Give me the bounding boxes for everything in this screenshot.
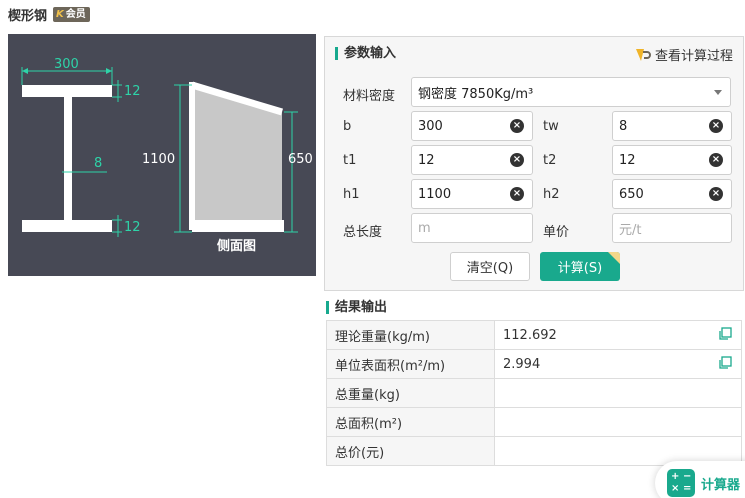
material-label: 材料密度 bbox=[343, 89, 396, 104]
dim-tw-label: 8 bbox=[94, 156, 102, 171]
h1-input[interactable]: 1100 × bbox=[411, 179, 533, 209]
result-table: 理论重量(kg/m) 112.692 单位表面积(m²/m) 2.994 总重量… bbox=[326, 320, 742, 466]
clear-icon[interactable]: × bbox=[510, 153, 524, 167]
b-input[interactable]: 300 × bbox=[411, 111, 533, 141]
param-panel-title: 参数输入 bbox=[335, 47, 396, 60]
dim-h1-label: 1100 bbox=[142, 152, 175, 167]
clear-icon[interactable]: × bbox=[510, 119, 524, 133]
bottom-flange bbox=[22, 220, 112, 232]
dim-t2-label: 12 bbox=[124, 220, 141, 235]
result-label: 单位表面积(m²/m) bbox=[326, 349, 495, 379]
result-label: 总重量(kg) bbox=[326, 378, 495, 408]
vip-corner-icon bbox=[608, 252, 620, 264]
clear-icon[interactable]: × bbox=[709, 187, 723, 201]
result-label: 理论重量(kg/m) bbox=[326, 320, 495, 350]
result-title: 结果输出 bbox=[326, 301, 387, 314]
h1-label: h1 bbox=[343, 187, 360, 202]
clear-button[interactable]: 清空(Q) bbox=[450, 252, 530, 281]
result-label: 总面积(m²) bbox=[326, 407, 495, 437]
result-value bbox=[494, 407, 742, 437]
side-view-label: 侧面图 bbox=[217, 238, 256, 254]
copy-icon[interactable] bbox=[718, 327, 732, 341]
material-select[interactable]: 钢密度 7850Kg/m³ bbox=[411, 77, 731, 107]
vip-k-icon: K bbox=[56, 9, 64, 20]
price-input[interactable]: 元/t bbox=[612, 213, 732, 243]
length-input[interactable]: m bbox=[411, 213, 533, 243]
table-row: 总重量(kg) bbox=[326, 378, 742, 408]
clear-icon[interactable]: × bbox=[709, 119, 723, 133]
vip-process-icon bbox=[635, 48, 651, 61]
page-title: 楔形钢 K 会员 bbox=[8, 5, 90, 24]
t1-input[interactable]: 12 × bbox=[411, 145, 533, 175]
tw-label: tw bbox=[543, 119, 559, 134]
result-value bbox=[494, 378, 742, 408]
h2-label: h2 bbox=[543, 187, 560, 202]
table-row: 单位表面积(m²/m) 2.994 bbox=[326, 349, 742, 379]
result-value: 2.994 bbox=[494, 349, 742, 379]
section-diagram-svg: 300 12 8 12 1100 650 侧面图 bbox=[21, 57, 313, 254]
t2-input[interactable]: 12 × bbox=[612, 145, 732, 175]
dim-t1-label: 12 bbox=[124, 84, 141, 99]
t1-label: t1 bbox=[343, 153, 357, 168]
chevron-down-icon bbox=[714, 90, 722, 95]
b-label: b bbox=[343, 119, 352, 134]
price-label: 单价 bbox=[543, 225, 570, 240]
calculate-button[interactable]: 计算(S) bbox=[540, 252, 620, 281]
dim-width-label: 300 bbox=[54, 57, 79, 72]
copy-icon[interactable] bbox=[718, 356, 732, 370]
t2-label: t2 bbox=[543, 153, 557, 168]
top-flange bbox=[22, 85, 112, 97]
clear-icon[interactable]: × bbox=[709, 153, 723, 167]
web bbox=[64, 97, 72, 220]
section-diagram: 300 12 8 12 1100 650 侧面图 bbox=[8, 34, 316, 276]
h2-input[interactable]: 650 × bbox=[612, 179, 732, 209]
table-row: 总面积(m²) bbox=[326, 407, 742, 437]
calculator-widget[interactable]: + − × = 计算器 bbox=[655, 461, 745, 498]
calculator-icon: + − × = bbox=[667, 469, 695, 497]
clear-icon[interactable]: × bbox=[510, 187, 524, 201]
view-process-link[interactable]: 查看计算过程 bbox=[635, 45, 733, 64]
result-value: 112.692 bbox=[494, 320, 742, 350]
length-label: 总长度 bbox=[343, 225, 383, 240]
result-label: 总价(元) bbox=[326, 436, 495, 466]
tw-input[interactable]: 8 × bbox=[612, 111, 732, 141]
calculator-label: 计算器 bbox=[701, 477, 741, 493]
vip-badge: K 会员 bbox=[53, 7, 90, 22]
param-panel: 参数输入 查看计算过程 材料密度 钢密度 7850Kg/m³ b 300 × t… bbox=[324, 36, 744, 291]
table-row: 理论重量(kg/m) 112.692 bbox=[326, 320, 742, 350]
dim-h2-label: 650 bbox=[288, 152, 313, 167]
